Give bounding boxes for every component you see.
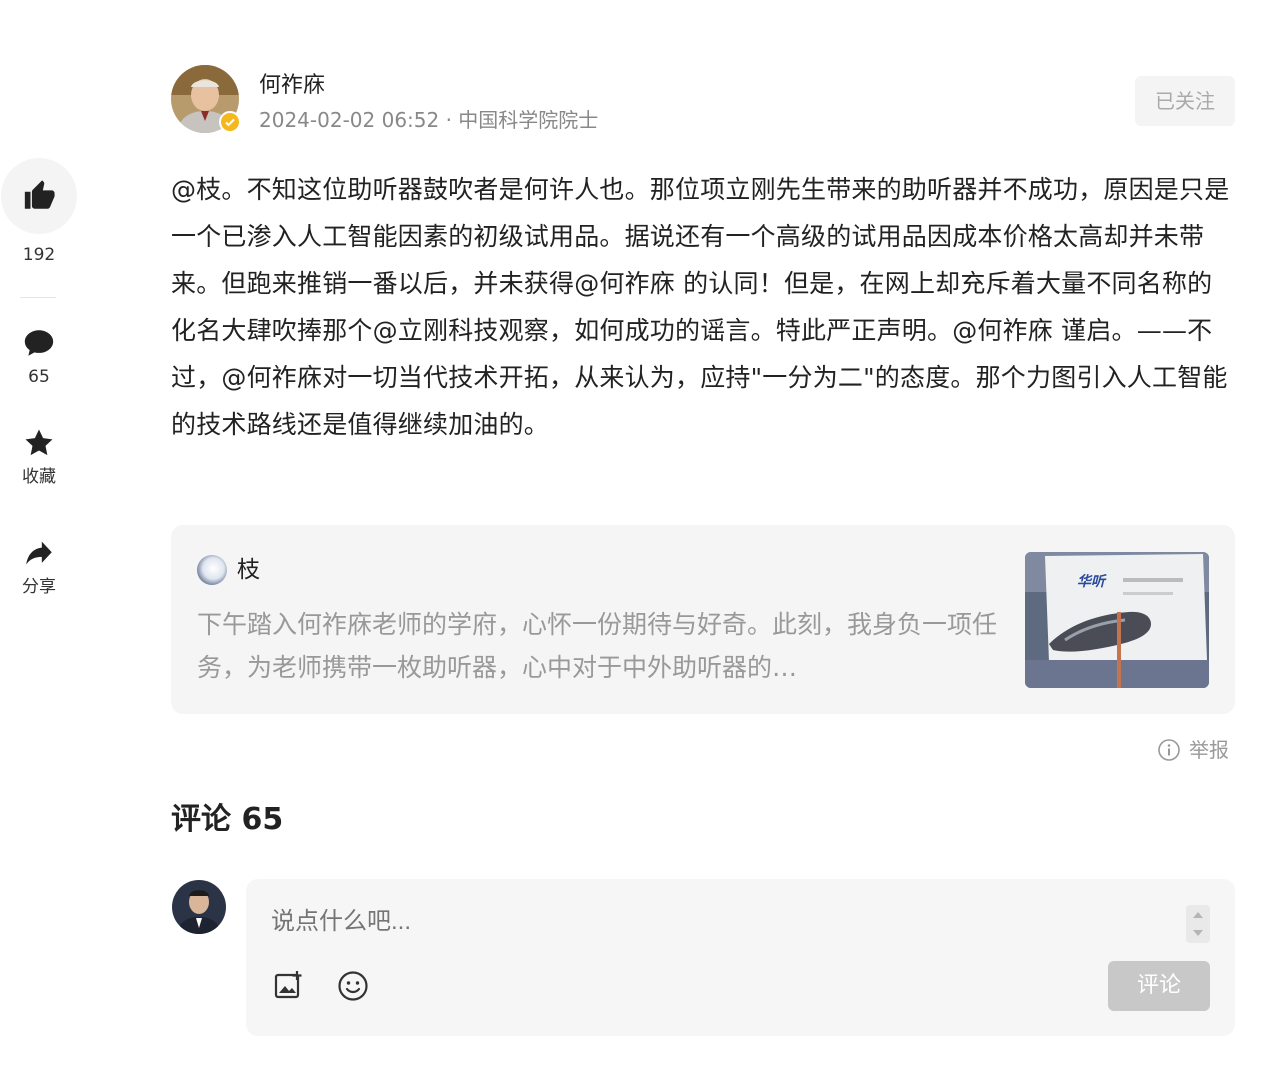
quoted-post-card[interactable]: 枝 下午踏入何祚庥老师的学府，心怀一份期待与好奇。此刻，我身负一项任务，为老师携… bbox=[171, 525, 1235, 714]
share-label: 分享 bbox=[22, 577, 56, 597]
share-button[interactable]: 分享 bbox=[0, 536, 78, 598]
comment-count: 65 bbox=[28, 367, 50, 387]
stepper-arrows-icon bbox=[1193, 912, 1203, 936]
like-button[interactable]: 192 bbox=[0, 158, 78, 266]
info-circle-icon bbox=[1158, 739, 1180, 761]
quote-author-name: 枝 bbox=[237, 557, 260, 583]
quote-excerpt: 下午踏入何祚庥老师的学府，心怀一份期待与好奇。此刻，我身负一项任务，为老师携带一… bbox=[197, 610, 997, 682]
report-link[interactable]: 举报 bbox=[1157, 735, 1229, 765]
thumbs-up-icon bbox=[24, 180, 55, 209]
current-user-photo bbox=[172, 880, 226, 934]
favorite-label: 收藏 bbox=[22, 467, 56, 487]
like-circle[interactable] bbox=[1, 158, 77, 234]
post-meta: 2024-02-02 06:52 · 中国科学院院士 bbox=[259, 108, 599, 132]
comment-composer: 评论 bbox=[246, 879, 1235, 1036]
share-arrow-icon bbox=[26, 541, 52, 565]
quote-author-avatar bbox=[197, 555, 227, 585]
star-icon bbox=[25, 429, 53, 456]
comment-button[interactable]: 65 bbox=[0, 326, 78, 388]
textarea-resize-stepper[interactable] bbox=[1186, 905, 1210, 943]
current-user-avatar bbox=[172, 880, 226, 934]
image-upload-icon[interactable] bbox=[274, 970, 304, 1000]
submit-comment-button[interactable]: 评论 bbox=[1108, 961, 1210, 1011]
quote-thumbnail: 华听 bbox=[1025, 552, 1209, 688]
author-name[interactable]: 何祚庥 bbox=[259, 70, 325, 102]
thumb-brand-text: 华听 bbox=[1077, 573, 1107, 589]
rail-divider bbox=[20, 297, 56, 298]
verified-badge-icon bbox=[219, 111, 241, 133]
comment-bubble-icon bbox=[24, 330, 54, 356]
favorite-button[interactable]: 收藏 bbox=[0, 426, 78, 488]
report-label: 举报 bbox=[1189, 738, 1229, 762]
emoji-icon[interactable] bbox=[337, 970, 369, 1002]
post-body: @枝。不知这位助听器鼓吹者是何许人也。那位项立刚先生带来的助听器并不成功，原因是… bbox=[171, 175, 1230, 439]
comments-heading: 评论 65 bbox=[171, 802, 284, 837]
author-avatar[interactable] bbox=[171, 65, 241, 133]
follow-button[interactable]: 已关注 bbox=[1135, 76, 1235, 126]
like-count: 192 bbox=[22, 245, 56, 265]
comment-input[interactable] bbox=[271, 905, 1171, 939]
